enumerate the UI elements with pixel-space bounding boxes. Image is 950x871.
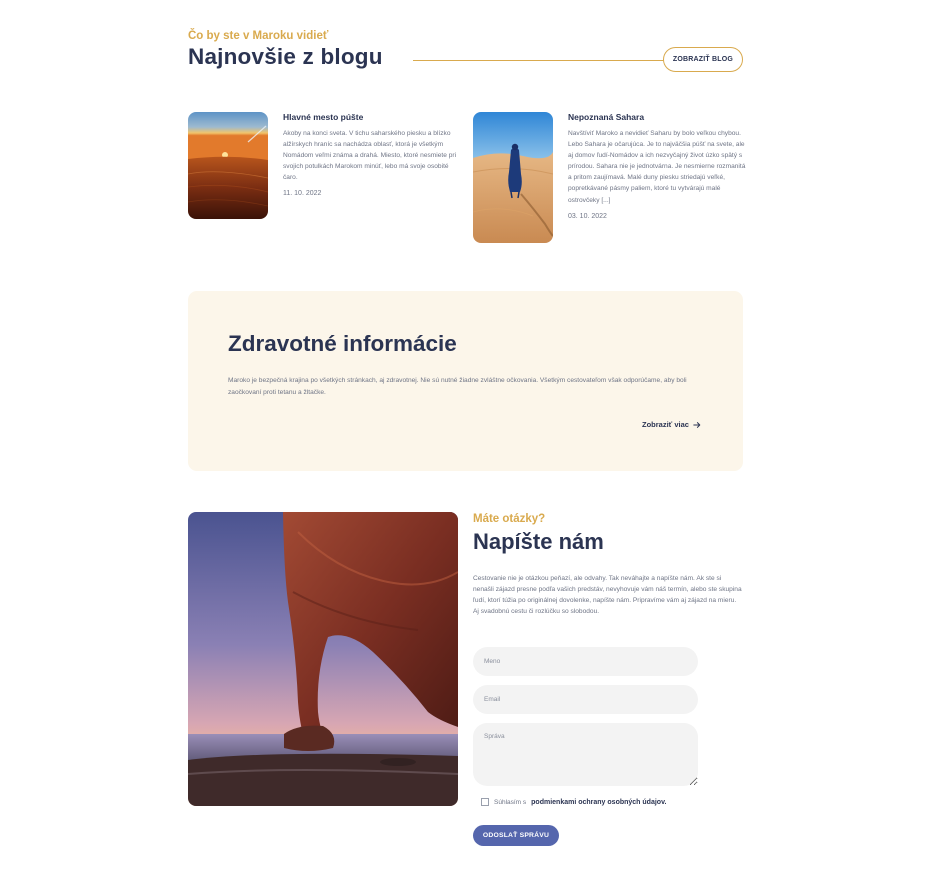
contact-title: Napíšte nám	[473, 529, 604, 554]
header-divider-line	[413, 60, 665, 61]
blog-eyebrow: Čo by ste v Maroku vidieť	[188, 30, 329, 42]
rock-arch-image	[188, 512, 458, 806]
contact-text: Cestovanie nie je otázkou peňazí, ale od…	[473, 575, 742, 616]
show-more-label: Zobraziť viac	[642, 420, 689, 429]
privacy-consent[interactable]: Súhlasím s podmienkami ochrany osobných …	[481, 798, 666, 806]
post-excerpt: Navštíviť Maroko a nevidieť Saharu by bo…	[568, 130, 746, 204]
consent-checkbox[interactable]	[481, 798, 489, 806]
post-thumbnail-sahara-walker[interactable]	[473, 112, 553, 243]
sahara-walker-image	[473, 112, 553, 243]
health-text: Maroko je bezpečná krajina po všetkých s…	[228, 377, 687, 396]
contact-photo-rock-arch	[188, 512, 458, 806]
blog-section-header: Čo by ste v Maroku vidieť Najnovšie z bl…	[188, 28, 743, 76]
arrow-right-icon	[693, 421, 701, 428]
send-message-button[interactable]: ODOSLAŤ SPRÁVU	[473, 825, 559, 846]
health-title: Zdravotné informácie	[228, 331, 457, 356]
contact-eyebrow: Máte otázky?	[473, 513, 546, 525]
post-title[interactable]: Nepoznaná Sahara	[568, 112, 748, 122]
post-excerpt: Akoby na konci sveta. V tichu saharského…	[283, 130, 457, 182]
name-input[interactable]	[473, 647, 698, 676]
desert-sunset-image	[188, 112, 268, 219]
post-date: 03. 10. 2022	[568, 212, 607, 220]
show-blog-button[interactable]: ZOBRAZIŤ BLOG	[663, 47, 743, 72]
post-thumbnail-desert-sunset[interactable]	[188, 112, 268, 219]
email-input[interactable]	[473, 685, 698, 714]
health-info-card: Zdravotné informácie Maroko je bezpečná …	[188, 291, 743, 471]
consent-prefix: Súhlasím s	[494, 798, 527, 806]
show-more-link[interactable]: Zobraziť viac	[642, 420, 701, 429]
post-title[interactable]: Hlavné mesto púšte	[283, 112, 463, 122]
blog-title: Najnovšie z blogu	[188, 44, 383, 69]
privacy-policy-link[interactable]: podmienkami ochrany osobných údajov.	[531, 799, 666, 806]
message-textarea[interactable]	[473, 723, 698, 786]
post-date: 11. 10. 2022	[283, 190, 322, 198]
